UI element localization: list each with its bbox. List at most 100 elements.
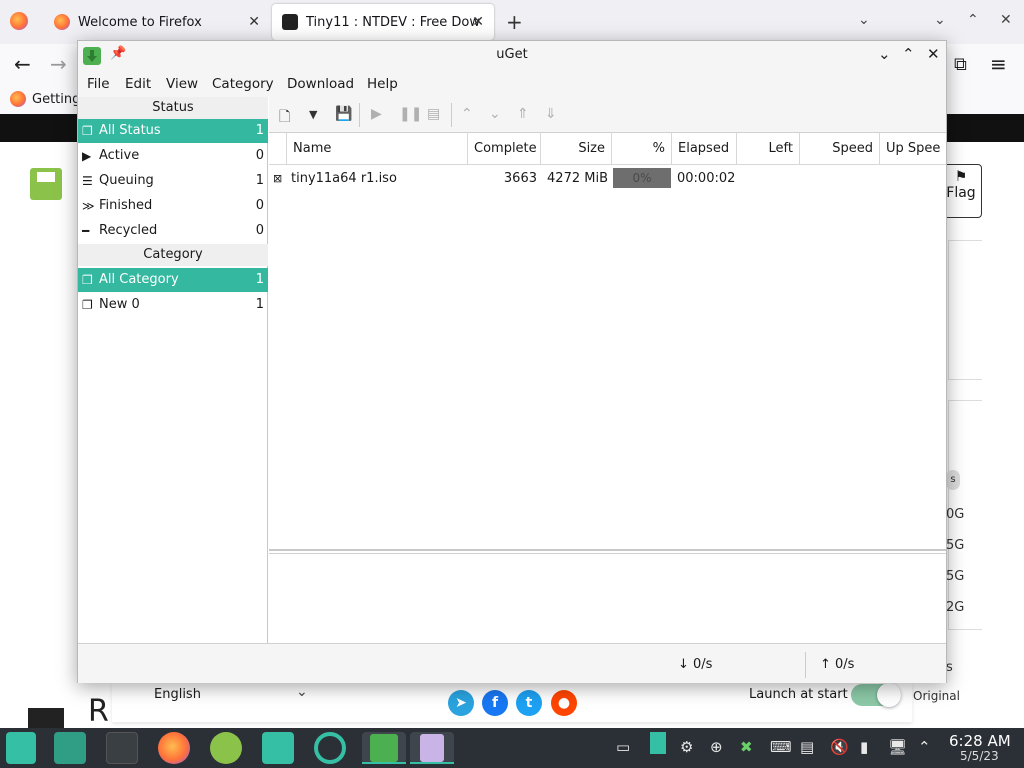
firefox-taskbar-icon[interactable] (158, 732, 190, 764)
firefox-view-icon[interactable] (10, 12, 28, 30)
column-header-name[interactable]: Name (287, 133, 468, 165)
page-heading-fragment: R (88, 694, 109, 729)
column-header-size[interactable]: Size (541, 133, 612, 165)
column-header-speed[interactable]: Speed (800, 133, 880, 165)
terminal-icon[interactable] (106, 732, 138, 764)
close-icon[interactable]: ✕ (248, 14, 260, 30)
sidebar-item-finished[interactable]: ≫ Finished 0 (78, 194, 268, 218)
file-name: tiny11a64 r1.iso (291, 171, 397, 186)
move-bottom-icon[interactable]: ⇓ (545, 106, 557, 122)
sidebar-item-new-0[interactable]: ❐ New 0 1 (78, 293, 268, 317)
new-tab-icon[interactable]: + (506, 10, 523, 34)
notes-icon[interactable]: ▤ (800, 738, 814, 756)
close-window-icon[interactable]: ✕ (1000, 12, 1012, 28)
size-value: 4272 MiB (547, 171, 608, 186)
twitter-icon[interactable]: t (516, 690, 542, 716)
toolbar-separator (359, 103, 360, 127)
expand-tray-icon[interactable]: ⌃ (918, 738, 931, 756)
console-icon[interactable]: ⌨ (770, 738, 792, 756)
system-settings-icon[interactable] (314, 732, 346, 764)
chevron-down-icon[interactable]: ⌄ (296, 684, 308, 700)
show-desktop-icon[interactable]: ▭ (616, 738, 630, 756)
launch-at-start-toggle[interactable] (851, 683, 901, 707)
sidebar-item-all-status[interactable]: ❐ All Status 1 (78, 119, 268, 143)
mute-icon[interactable]: 🔇 (830, 738, 849, 756)
flag-label: Flag (946, 185, 976, 201)
tab-welcome[interactable]: Welcome to Firefox ✕ (44, 4, 270, 40)
xbox-icon[interactable]: ✖ (740, 738, 753, 756)
maximize-icon[interactable]: ⌃ (967, 12, 979, 28)
back-arrow-icon[interactable]: ← (14, 52, 31, 76)
close-icon[interactable]: ✕ (927, 45, 940, 63)
clipboard-icon[interactable] (650, 732, 666, 754)
minimize-icon[interactable]: ⌄ (934, 12, 946, 28)
column-header-left[interactable]: Left (737, 133, 800, 165)
uget-window: 📌 uGet ⌄ ⌃ ✕ File Edit View Category Dow… (77, 40, 947, 683)
menu-file[interactable]: File (87, 76, 110, 92)
side-size-label: 0G (946, 507, 965, 522)
forward-arrow-icon[interactable]: → (50, 52, 67, 76)
column-header-elapsed[interactable]: Elapsed (672, 133, 737, 165)
maximize-icon[interactable]: ⌃ (902, 45, 915, 63)
usb-icon[interactable]: ▮ (860, 738, 868, 756)
save-icon[interactable]: 💾 (335, 106, 352, 122)
sidebar-item-active[interactable]: ▶ Active 0 (78, 144, 268, 168)
menu-download[interactable]: Download (287, 76, 354, 92)
side-size-label: 5G (946, 569, 965, 584)
sidebar-item-count: 1 (255, 123, 264, 138)
firefox-icon (10, 91, 26, 107)
properties-icon[interactable]: ▤ (427, 106, 440, 122)
sidebar-item-queuing[interactable]: ☰ Queuing 1 (78, 169, 268, 193)
sidebar-item-recycled[interactable]: ━ Recycled 0 (78, 219, 268, 243)
tab-list-icon[interactable]: ⌄ (858, 12, 870, 28)
telegram-icon[interactable]: ➤ (448, 690, 474, 716)
reddit-icon[interactable]: ● (551, 690, 577, 716)
column-header-percent[interactable]: % (612, 133, 672, 165)
file-manager-icon[interactable] (54, 732, 86, 764)
tab-tiny11[interactable]: Tiny11 : NTDEV : Free Dow ✕ (272, 4, 494, 40)
bookmark-getting-started[interactable]: Getting (10, 91, 80, 107)
facebook-icon[interactable]: f (482, 690, 508, 716)
new-download-icon[interactable]: 🗋 (279, 106, 290, 130)
network-icon[interactable]: 🖥 (888, 738, 907, 756)
hamburger-menu-icon[interactable]: ≡ (990, 52, 1007, 76)
move-down-icon[interactable]: ⌄ (489, 106, 501, 122)
uget-taskbar-icon[interactable] (362, 732, 406, 764)
kde-connect-icon[interactable]: ⚙ (680, 738, 693, 756)
sidebar-item-label: Active (99, 148, 140, 163)
dropdown-arrow-icon[interactable]: ▼ (309, 108, 317, 121)
move-top-icon[interactable]: ⇑ (517, 106, 529, 122)
floppy-disk-icon (30, 168, 62, 200)
menu-category[interactable]: Category (212, 76, 274, 92)
window-titlebar[interactable]: 📌 uGet ⌄ ⌃ ✕ (78, 41, 946, 71)
start-menu-icon[interactable] (6, 732, 36, 764)
clock-time[interactable]: 6:28 AM (949, 732, 1011, 750)
column-header-complete[interactable]: Complete (468, 133, 541, 165)
progress-bar: 0% (613, 168, 671, 188)
move-up-icon[interactable]: ⌃ (461, 106, 473, 122)
sidebar-item-label: Finished (99, 198, 153, 213)
menu-edit[interactable]: Edit (125, 76, 151, 92)
complete-value: 3663 (503, 171, 537, 186)
extensions-icon[interactable]: ⧉ (954, 54, 967, 75)
side-size-label: 2G (946, 600, 965, 615)
close-icon[interactable]: ✕ (472, 14, 484, 30)
column-header-up-speed[interactable]: Up Spee (880, 133, 946, 165)
sidebar-item-all-category[interactable]: ❐ All Category 1 (78, 268, 268, 292)
clock-date[interactable]: 5/5/23 (960, 749, 999, 763)
column-header-icon[interactable] (269, 133, 287, 165)
pause-icon[interactable]: ❚❚ (399, 106, 422, 122)
sidebar-item-count: 1 (255, 272, 264, 287)
menu-view[interactable]: View (166, 76, 198, 92)
updates-icon[interactable]: ⊕ (710, 738, 723, 756)
minimize-icon[interactable]: ⌄ (878, 45, 891, 63)
firefox-icon (54, 14, 70, 30)
detail-pane (269, 553, 946, 643)
menu-help[interactable]: Help (367, 76, 398, 92)
installer-taskbar-icon[interactable] (410, 732, 454, 764)
start-icon[interactable]: ▶ (371, 106, 382, 122)
language-select[interactable]: English (154, 687, 201, 702)
manjaro-hello-icon[interactable] (262, 732, 294, 764)
downloader-icon[interactable] (210, 732, 242, 764)
status-separator (805, 652, 806, 678)
